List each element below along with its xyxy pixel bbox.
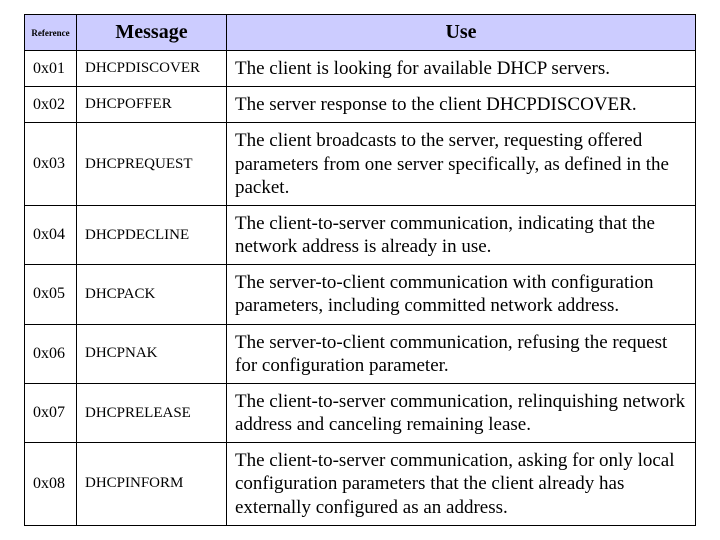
cell-message: DHCPINFORM [77, 443, 227, 526]
table-row: 0x01 DHCPDISCOVER The client is looking … [25, 51, 696, 87]
table-row: 0x08 DHCPINFORM The client-to-server com… [25, 443, 696, 526]
cell-message: DHCPREQUEST [77, 123, 227, 206]
table-row: 0x04 DHCPDECLINE The client-to-server co… [25, 205, 696, 264]
table-row: 0x05 DHCPACK The server-to-client commun… [25, 265, 696, 324]
cell-use: The server-to-client communication, refu… [227, 324, 696, 383]
cell-message: DHCPDECLINE [77, 205, 227, 264]
cell-use: The server response to the client DHCPDI… [227, 87, 696, 123]
cell-use: The server-to-client communication with … [227, 265, 696, 324]
cell-use: The client is looking for available DHCP… [227, 51, 696, 87]
table-row: 0x07 DHCPRELEASE The client-to-server co… [25, 383, 696, 442]
dhcp-message-table: Reference Message Use 0x01 DHCPDISCOVER … [24, 14, 696, 526]
cell-reference: 0x08 [25, 443, 77, 526]
table-row: 0x02 DHCPOFFER The server response to th… [25, 87, 696, 123]
cell-message: DHCPOFFER [77, 87, 227, 123]
cell-reference: 0x06 [25, 324, 77, 383]
table-header-row: Reference Message Use [25, 15, 696, 51]
cell-use: The client-to-server communication, reli… [227, 383, 696, 442]
cell-message: DHCPDISCOVER [77, 51, 227, 87]
table-row: 0x03 DHCPREQUEST The client broadcasts t… [25, 123, 696, 206]
cell-message: DHCPRELEASE [77, 383, 227, 442]
dhcp-table-container: Reference Message Use 0x01 DHCPDISCOVER … [0, 0, 720, 526]
col-header-reference: Reference [25, 15, 77, 51]
cell-reference: 0x01 [25, 51, 77, 87]
col-header-use: Use [227, 15, 696, 51]
cell-use: The client broadcasts to the server, req… [227, 123, 696, 206]
cell-use: The client-to-server communication, aski… [227, 443, 696, 526]
table-row: 0x06 DHCPNAK The server-to-client commun… [25, 324, 696, 383]
cell-message: DHCPACK [77, 265, 227, 324]
col-header-message: Message [77, 15, 227, 51]
cell-reference: 0x07 [25, 383, 77, 442]
cell-use: The client-to-server communication, indi… [227, 205, 696, 264]
cell-message: DHCPNAK [77, 324, 227, 383]
cell-reference: 0x02 [25, 87, 77, 123]
cell-reference: 0x05 [25, 265, 77, 324]
cell-reference: 0x03 [25, 123, 77, 206]
cell-reference: 0x04 [25, 205, 77, 264]
